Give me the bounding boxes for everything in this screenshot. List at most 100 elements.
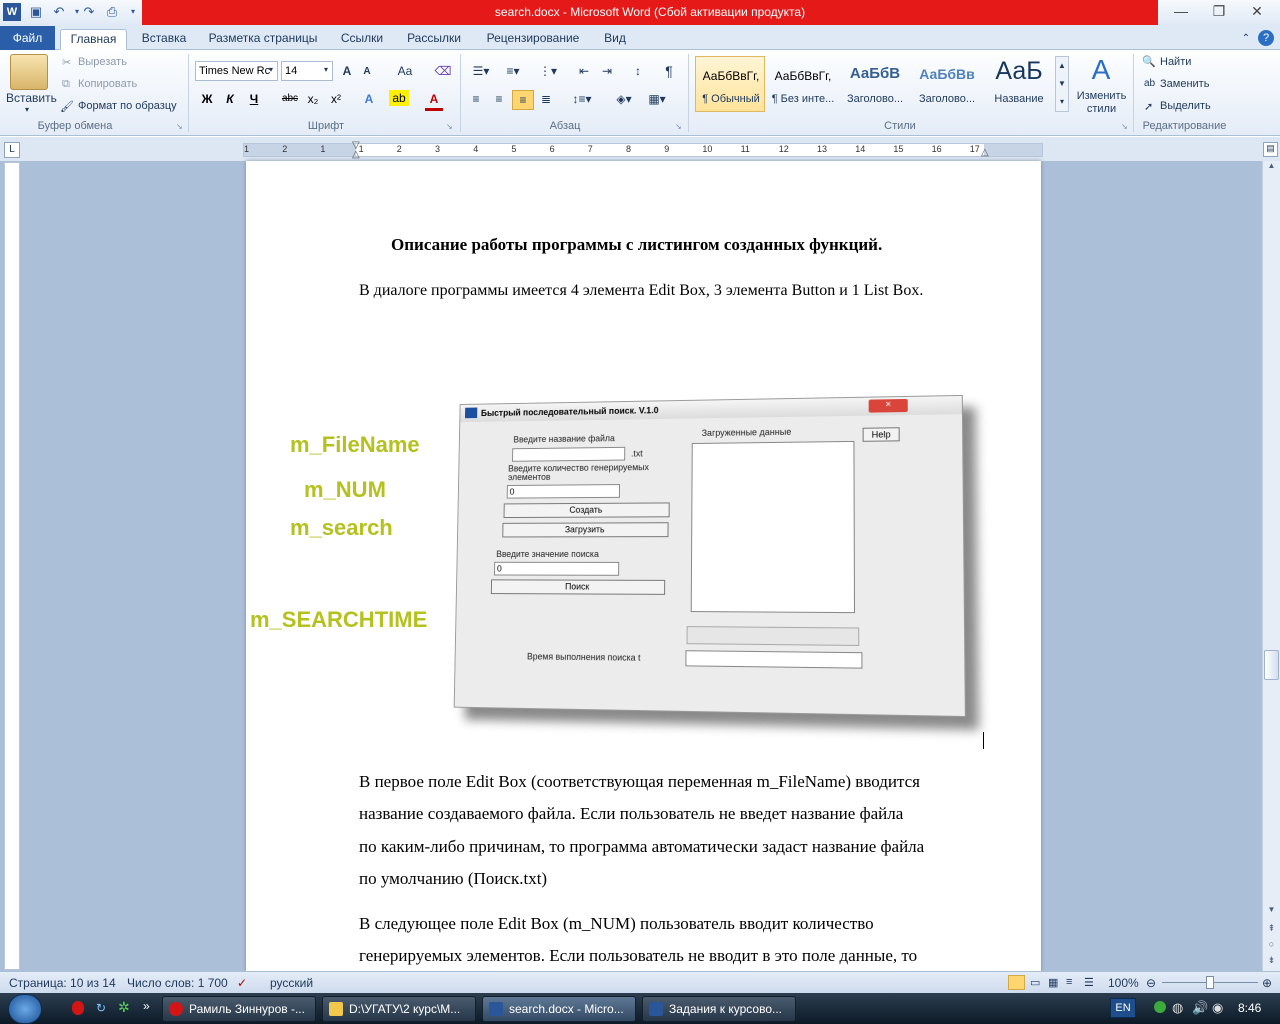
help-icon[interactable]: ?: [1258, 30, 1274, 46]
align-center-icon[interactable]: ≡: [489, 90, 509, 108]
justify-icon[interactable]: ≣: [536, 90, 556, 108]
vertical-ruler[interactable]: [4, 162, 20, 970]
superscript-button[interactable]: x²: [327, 90, 345, 108]
grow-font-button[interactable]: A: [339, 62, 355, 80]
change-styles-icon[interactable]: A: [1084, 54, 1118, 86]
proofing-icon[interactable]: ✓: [237, 976, 247, 990]
shrink-font-button[interactable]: A: [360, 63, 374, 81]
scroll-thumb[interactable]: [1264, 650, 1279, 680]
status-page[interactable]: Страница: 10 из 14: [9, 976, 116, 990]
decrease-indent-icon[interactable]: ⇤: [574, 62, 594, 80]
taskbar-item-opera[interactable]: Рамиль Зиннуров -...: [162, 996, 316, 1022]
prev-page-icon[interactable]: ⇞: [1265, 923, 1278, 937]
zoom-slider-thumb[interactable]: [1206, 976, 1214, 989]
font-name-field[interactable]: Times New Rc: [195, 61, 278, 81]
zoom-out-icon[interactable]: ⊖: [1146, 976, 1156, 990]
left-indent-marker[interactable]: △: [352, 149, 360, 160]
format-painter-button[interactable]: Формат по образцу: [78, 100, 177, 112]
italic-button[interactable]: К: [221, 90, 239, 108]
print-icon[interactable]: ⎙: [103, 3, 121, 21]
tab-mailings[interactable]: Рассылки: [399, 29, 469, 50]
borders-icon[interactable]: ▦▾: [643, 90, 671, 108]
font-size-dropdown-icon[interactable]: ▾: [324, 65, 328, 74]
scroll-down-icon[interactable]: ▼: [1265, 905, 1278, 919]
paste-icon[interactable]: [10, 54, 48, 90]
word-app-icon[interactable]: W: [3, 3, 21, 21]
app-quicklaunch-icon[interactable]: ✲: [118, 999, 130, 1016]
tab-page-layout[interactable]: Разметка страницы: [202, 29, 324, 50]
start-button[interactable]: [8, 994, 42, 1024]
scroll-up-icon[interactable]: ▲: [1265, 161, 1278, 177]
bullets-icon[interactable]: ☰▾: [468, 62, 494, 80]
view-ruler-icon[interactable]: ▤: [1263, 142, 1278, 157]
zoom-level[interactable]: 100%: [1108, 976, 1139, 990]
bold-button[interactable]: Ж: [198, 90, 216, 108]
tray-volume-icon[interactable]: 🔊: [1192, 1000, 1208, 1016]
strikethrough-button[interactable]: abc: [279, 90, 301, 108]
styles-scroll-icon[interactable]: ▲ ▼ ▾: [1055, 56, 1069, 112]
clipboard-launcher-icon[interactable]: ↘: [176, 122, 183, 131]
ie-quicklaunch-icon[interactable]: ↻: [96, 1001, 106, 1015]
qat-customize-icon[interactable]: ▾: [124, 3, 142, 21]
tray-clock[interactable]: 8:46: [1238, 1001, 1261, 1015]
increase-indent-icon[interactable]: ⇥: [597, 62, 617, 80]
paste-button[interactable]: Вставить: [6, 91, 57, 105]
underline-button[interactable]: Ч: [245, 90, 263, 108]
vertical-scrollbar[interactable]: ▲ ▼ ⇞ ○ ⇟: [1262, 161, 1280, 971]
align-left-icon[interactable]: ≡: [466, 90, 486, 108]
language-indicator[interactable]: EN: [1110, 998, 1136, 1018]
change-case-button[interactable]: Aa: [393, 62, 417, 80]
taskbar-item-assignments[interactable]: Задания к курсово...: [642, 996, 796, 1022]
multilevel-list-icon[interactable]: ⋮▾: [535, 62, 561, 80]
font-launcher-icon[interactable]: ↘: [446, 122, 453, 131]
horizontal-ruler[interactable]: 1 2 1 1 2 3 4 5 6 7 8 9 10 11 12 13 14 15 16 17 ▽ △ △: [243, 143, 1043, 157]
tab-view[interactable]: Вид: [597, 29, 633, 50]
paste-dropdown-icon[interactable]: ▾: [25, 105, 29, 114]
subscript-button[interactable]: x₂: [304, 90, 322, 108]
tab-insert[interactable]: Вставка: [133, 29, 195, 50]
styles-launcher-icon[interactable]: ↘: [1121, 122, 1128, 131]
close-icon[interactable]: ✕: [1238, 0, 1276, 24]
font-color-icon[interactable]: A: [425, 90, 443, 111]
style-heading-2[interactable]: АаБбВв Заголово...: [911, 56, 981, 112]
style-no-spacing[interactable]: АаБбВвГг, ¶ Без инте...: [767, 56, 837, 112]
zoom-in-icon[interactable]: ⊕: [1262, 976, 1272, 990]
tab-file[interactable]: Файл: [0, 26, 55, 50]
status-language[interactable]: русский: [270, 976, 313, 990]
tray-network-icon[interactable]: ◍: [1172, 1000, 1183, 1016]
font-name-dropdown-icon[interactable]: ▾: [269, 65, 273, 74]
tray-info-icon[interactable]: [1154, 1001, 1166, 1013]
draft-view-icon[interactable]: ☰: [1084, 976, 1094, 989]
find-button[interactable]: Найти: [1160, 56, 1191, 68]
browse-object-icon[interactable]: ○: [1265, 939, 1278, 953]
style-title[interactable]: АаБ Название: [983, 56, 1053, 112]
next-page-icon[interactable]: ⇟: [1265, 955, 1278, 969]
highlight-icon[interactable]: ab: [389, 90, 409, 106]
cut-button[interactable]: Вырезать: [78, 56, 127, 68]
tray-power-icon[interactable]: ◉: [1212, 1000, 1223, 1016]
full-screen-view-icon[interactable]: ▭: [1030, 976, 1040, 989]
quicklaunch-more-icon[interactable]: »: [143, 999, 150, 1013]
ribbon-minimize-icon[interactable]: ⌃: [1238, 29, 1254, 50]
tab-selector-icon[interactable]: L: [4, 142, 20, 158]
restore-icon[interactable]: ❐: [1200, 0, 1238, 24]
outline-view-icon[interactable]: ≡: [1066, 976, 1072, 988]
select-button[interactable]: Выделить: [1160, 100, 1211, 112]
paragraph-launcher-icon[interactable]: ↘: [675, 122, 682, 131]
save-icon[interactable]: ▣: [27, 3, 45, 21]
show-formatting-button[interactable]: ¶: [660, 62, 678, 80]
align-right-icon[interactable]: ≡: [512, 90, 534, 110]
web-layout-view-icon[interactable]: ▦: [1048, 976, 1058, 989]
tab-home[interactable]: Главная: [60, 29, 127, 50]
taskbar-item-search-docx[interactable]: search.docx - Micro...: [482, 996, 636, 1022]
status-words[interactable]: Число слов: 1 700: [127, 976, 228, 990]
tab-references[interactable]: Ссылки: [332, 29, 392, 50]
sort-icon[interactable]: ↕: [628, 62, 648, 80]
shading-icon[interactable]: ◈▾: [610, 90, 638, 108]
replace-button[interactable]: Заменить: [1160, 78, 1209, 90]
taskbar-item-explorer[interactable]: D:\УГАТУ\2 курс\М...: [322, 996, 476, 1022]
text-effects-icon[interactable]: A: [360, 90, 378, 108]
opera-quicklaunch-icon[interactable]: [72, 1001, 84, 1015]
redo-icon[interactable]: ↷: [80, 3, 98, 21]
right-indent-marker[interactable]: △: [981, 147, 989, 158]
